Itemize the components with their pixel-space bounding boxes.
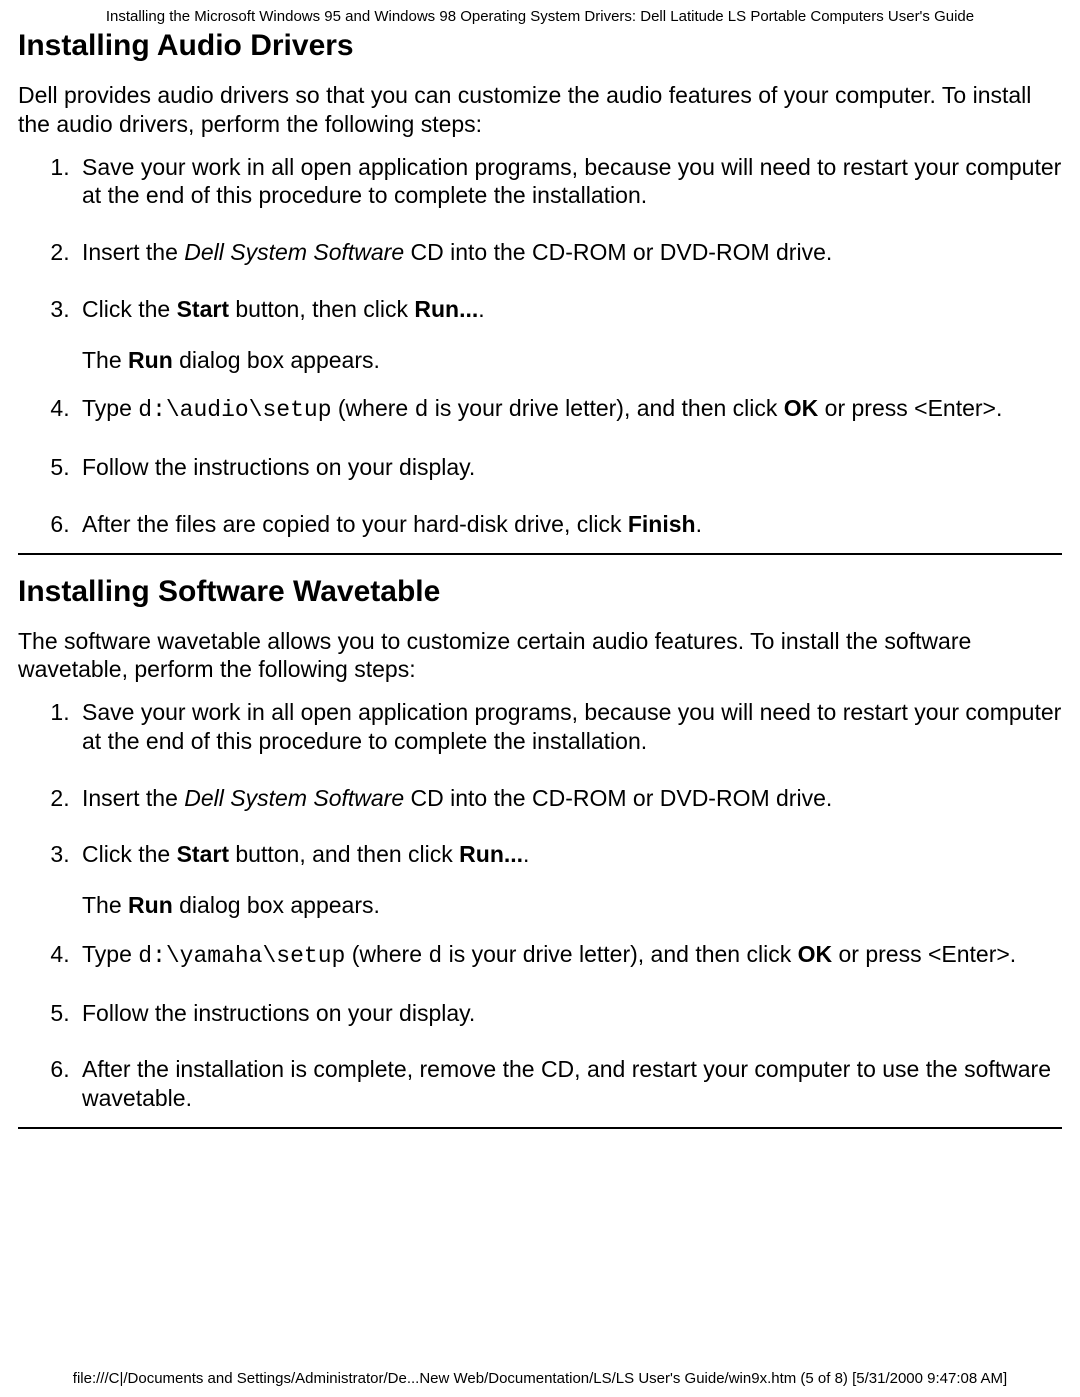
step-text: is your drive letter), and then click xyxy=(428,395,783,421)
step-text: Save your work in all open application p… xyxy=(82,699,1061,754)
code-path: d:\yamaha\setup xyxy=(138,943,345,969)
step-text: or press <Enter>. xyxy=(832,941,1016,967)
heading-installing-software-wavetable: Installing Software Wavetable xyxy=(18,575,1062,609)
step-text: dialog box appears. xyxy=(173,347,380,373)
step-text: The xyxy=(82,347,128,373)
step-item: Type d:\yamaha\setup (where d is your dr… xyxy=(76,940,1062,971)
ui-label-run: Run... xyxy=(414,296,478,322)
ui-label-ok: OK xyxy=(798,941,833,967)
ui-label-finish: Finish xyxy=(628,511,696,537)
divider xyxy=(18,553,1062,555)
ui-label-start: Start xyxy=(177,841,229,867)
step-text: Type xyxy=(82,941,138,967)
step-text: (where xyxy=(332,395,415,421)
step-text: dialog box appears. xyxy=(173,892,380,918)
steps-audio: Save your work in all open application p… xyxy=(18,153,1062,539)
step-item: Click the Start button, and then click R… xyxy=(76,840,1062,920)
intro-audio: Dell provides audio drivers so that you … xyxy=(18,81,1062,139)
ui-label-run: Run... xyxy=(459,841,523,867)
step-emphasis: Dell System Software xyxy=(184,239,404,265)
ui-label-run-dialog: Run xyxy=(128,347,173,373)
step-text: Insert the xyxy=(82,239,184,265)
step-text: Click the xyxy=(82,296,177,322)
step-text: Follow the instructions on your display. xyxy=(82,454,475,480)
steps-wavetable: Save your work in all open application p… xyxy=(18,698,1062,1113)
ui-label-run-dialog: Run xyxy=(128,892,173,918)
step-text: The xyxy=(82,892,128,918)
ui-label-start: Start xyxy=(177,296,229,322)
step-text: button, and then click xyxy=(229,841,459,867)
code-path: d:\audio\setup xyxy=(138,397,331,423)
ui-label-ok: OK xyxy=(784,395,819,421)
step-text: Follow the instructions on your display. xyxy=(82,1000,475,1026)
page-header-title: Installing the Microsoft Windows 95 and … xyxy=(18,8,1062,25)
step-item: Save your work in all open application p… xyxy=(76,698,1062,756)
step-text: CD into the CD-ROM or DVD-ROM drive. xyxy=(404,785,832,811)
step-item: After the installation is complete, remo… xyxy=(76,1055,1062,1113)
step-text: . xyxy=(696,511,702,537)
step-item: Save your work in all open application p… xyxy=(76,153,1062,211)
step-text: is your drive letter), and then click xyxy=(442,941,797,967)
step-emphasis: Dell System Software xyxy=(184,785,404,811)
step-item: After the files are copied to your hard-… xyxy=(76,510,1062,539)
divider xyxy=(18,1127,1062,1129)
step-text: button, then click xyxy=(229,296,414,322)
step-item: Type d:\audio\setup (where d is your dri… xyxy=(76,394,1062,425)
step-text: CD into the CD-ROM or DVD-ROM drive. xyxy=(404,239,832,265)
page-footer: file:///C|/Documents and Settings/Admini… xyxy=(0,1370,1080,1387)
intro-wavetable: The software wavetable allows you to cus… xyxy=(18,627,1062,685)
code-drive-letter: d xyxy=(428,943,442,969)
code-drive-letter: d xyxy=(415,397,429,423)
step-text: After the installation is complete, remo… xyxy=(82,1056,1051,1111)
heading-installing-audio-drivers: Installing Audio Drivers xyxy=(18,29,1062,63)
step-text: Click the xyxy=(82,841,177,867)
step-item: Follow the instructions on your display. xyxy=(76,453,1062,482)
step-text: After the files are copied to your hard-… xyxy=(82,511,628,537)
step-text: Insert the xyxy=(82,785,184,811)
step-text: (where xyxy=(345,941,428,967)
step-item: Click the Start button, then click Run..… xyxy=(76,295,1062,375)
step-item: Insert the Dell System Software CD into … xyxy=(76,784,1062,813)
step-text: . xyxy=(523,841,529,867)
step-text: . xyxy=(478,296,484,322)
step-text: Type xyxy=(82,395,138,421)
step-item: Insert the Dell System Software CD into … xyxy=(76,238,1062,267)
step-item: Follow the instructions on your display. xyxy=(76,999,1062,1028)
step-text: Save your work in all open application p… xyxy=(82,154,1061,209)
step-text: or press <Enter>. xyxy=(818,395,1002,421)
step-result: The Run dialog box appears. xyxy=(82,346,1062,375)
step-result: The Run dialog box appears. xyxy=(82,891,1062,920)
